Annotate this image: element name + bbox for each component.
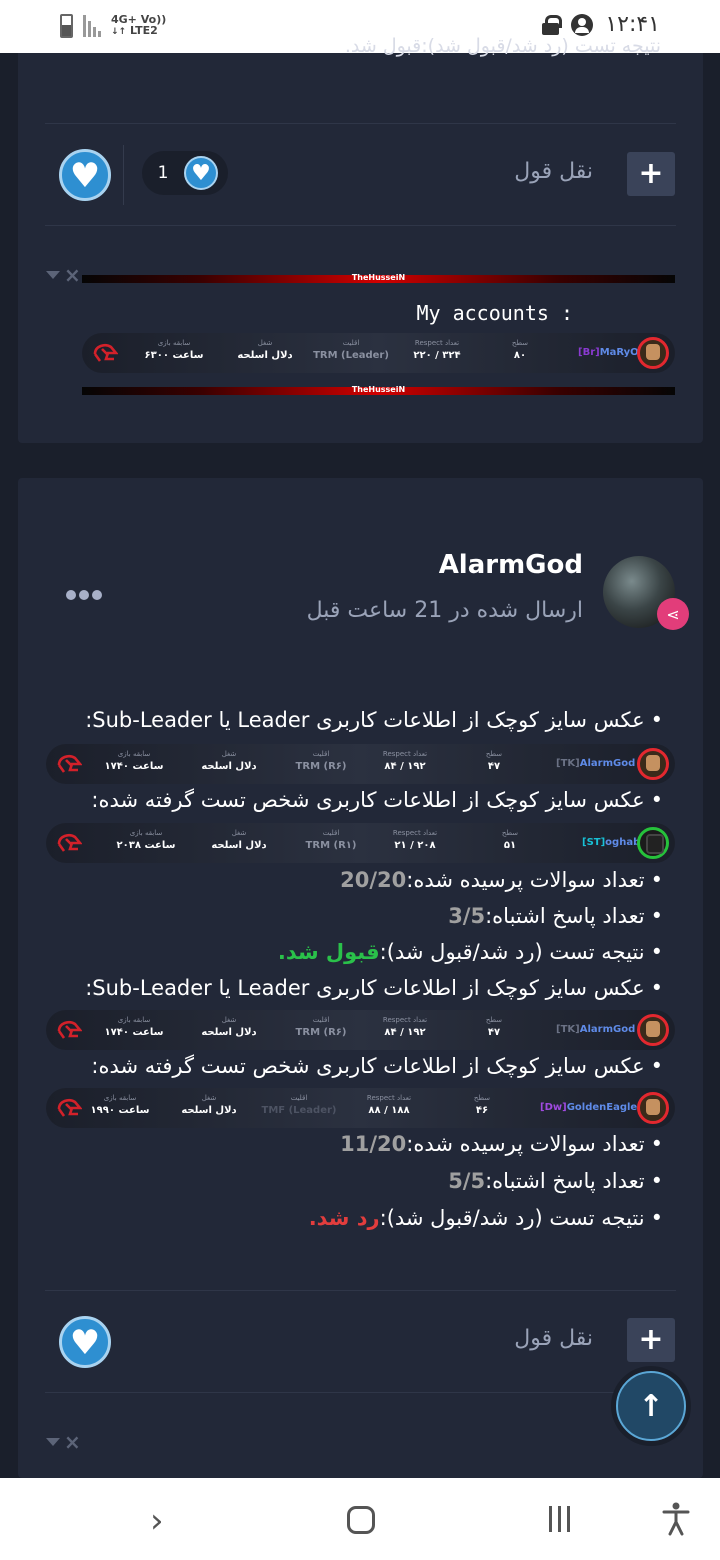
userbar-minority: اقلیت TRM (R۶) [295, 1016, 347, 1038]
quote-label[interactable]: نقل قول [514, 1326, 593, 1351]
userbar-history: سابقه بازی ۶۳۰۰ ساعت [144, 339, 204, 361]
caret-down-icon [46, 271, 60, 279]
list-item: •عکس سایز کوچک از اطلاعات کاربری Leader … [85, 976, 663, 1000]
userbar-respect: Respect تعداد ۸۴ / ۱۹۲ [382, 750, 428, 772]
signature-title: My accounts : [416, 301, 573, 325]
system-nav-bar: › [0, 1478, 720, 1560]
list-item: •عکس سایز کوچک از اطلاعات کاربری شخص تست… [91, 788, 663, 812]
divider [45, 1392, 676, 1393]
helmet-logo-icon [57, 833, 82, 852]
close-icon[interactable]: × [64, 1432, 81, 1452]
divider [45, 225, 676, 226]
userbar-minority: اقلیت TRM (R۱) [305, 829, 357, 851]
battery-icon [60, 14, 73, 38]
list-item: •عکس سایز کوچک از اطلاعات کاربری شخص تست… [91, 1054, 663, 1078]
heart-icon [184, 156, 218, 190]
list-item: •عکس سایز کوچک از اطلاعات کاربری Leader … [85, 708, 663, 732]
list-item: •تعداد پاسخ اشتباه:5/5 [448, 1169, 663, 1193]
quote-plus-button[interactable]: + [627, 152, 675, 196]
userbar-minority: اقلیت TRM (R۶) [295, 750, 347, 772]
share-icon[interactable]: ⋖ [657, 598, 689, 630]
divider [45, 123, 676, 124]
list-item: •نتیجه تست (رد شد/قبول شد):رد شد. [308, 1206, 663, 1230]
userbar-level: سطح ۴۷ [485, 1016, 503, 1038]
userbar-username: [TK]AlarmGod [556, 1024, 636, 1035]
userbar-history: سابقه بازی ۱۷۴۰ ساعت [104, 1016, 164, 1038]
userbar-job: شغل دلال اسلحه [211, 829, 267, 851]
lock-icon [542, 14, 563, 35]
userbar-avatar [637, 748, 669, 780]
home-icon[interactable] [347, 1506, 375, 1534]
clock: ۱۲:۴۱ [605, 12, 660, 37]
userbar-job: شغل دلال اسلحه [181, 1094, 237, 1116]
scroll-to-top-button[interactable]: ↑ [616, 1371, 686, 1441]
post-card-1: نتیجه تست (رد شد/قبول شد):قبول شد. 1 نقل… [18, 35, 703, 443]
userbar-alarmgod: سابقه بازی ۱۷۴۰ ساعت شغل دلال اسلحه اقلیت T… [46, 744, 675, 784]
signature-banner-top: TheHusseiN [82, 273, 675, 283]
recent-apps-icon[interactable] [549, 1506, 570, 1532]
helmet-logo-icon [93, 343, 118, 362]
userbar-respect: Respect تعداد ۸۸ / ۱۸۸ [366, 1094, 412, 1116]
list-item: •تعداد پاسخ اشتباه:3/5 [448, 904, 663, 928]
userbar-minority: اقلیت TRM (Leader) [313, 339, 389, 361]
more-options-icon[interactable] [66, 590, 102, 600]
accessibility-icon[interactable] [662, 1502, 690, 1536]
userbar-alarmgod-2: سابقه بازی ۱۷۴۰ ساعت شغل دلال اسلحه اقلیت T… [46, 1010, 675, 1050]
userbar-history: سابقه بازی ۱۷۴۰ ساعت [104, 750, 164, 772]
signature-toggle[interactable]: × [46, 1432, 81, 1452]
divider [45, 1290, 676, 1291]
userbar-username: [Br]MaRyO [578, 347, 639, 358]
userbar-avatar [637, 337, 669, 369]
userbar-oghab: سابقه بازی ۲۰۳۸ ساعت شغل دلال اسلحه اقلیت T… [46, 823, 675, 863]
userbar-job: شغل دلال اسلحه [237, 339, 293, 361]
userbar-level: سطح ۵۱ [501, 829, 519, 851]
userbar-respect: Respect تعداد ۲۱ / ۲۰۸ [392, 829, 438, 851]
list-item: •نتیجه تست (رد شد/قبول شد):قبول شد. [277, 940, 663, 964]
reaction-count: 1 [157, 163, 169, 183]
post-card-2: AlarmGod ارسال شده در 21 ساعت قبل ⋖ •عکس… [18, 478, 703, 1478]
userbar-respect: Respect تعداد ۲۲۰ / ۳۲۴ [413, 339, 461, 361]
userbar-maryo: سابقه بازی ۶۳۰۰ ساعت شغل دلال اسلحه اقلیت T… [82, 333, 675, 373]
signature-toggle[interactable]: × [46, 265, 81, 285]
like-button[interactable] [59, 149, 111, 201]
chevron-right-icon[interactable]: › [150, 1504, 164, 1538]
userbar-minority: اقلیت TMF (Leader) [261, 1094, 337, 1116]
post-author[interactable]: AlarmGod [439, 550, 583, 580]
account-icon [571, 13, 594, 36]
userbar-avatar [637, 827, 669, 859]
quote-label[interactable]: نقل قول [514, 159, 593, 184]
userbar-goldeneagle: سابقه بازی ۱۹۹۰ ساعت شغل دلال اسلحه اقلیت T… [46, 1088, 675, 1128]
userbar-level: سطح ۴۶ [473, 1094, 491, 1116]
userbar-job: شغل دلال اسلحه [201, 750, 257, 772]
divider [123, 145, 124, 205]
signature-banner-bottom: TheHusseiN [82, 385, 675, 395]
post-timestamp: ارسال شده در 21 ساعت قبل [306, 598, 583, 623]
caret-down-icon [46, 1438, 60, 1446]
helmet-logo-icon [57, 1020, 82, 1039]
network-indicator: 4G+ Vo)) ↓↑ LTE2 [111, 13, 167, 37]
userbar-respect: Respect تعداد ۸۴ / ۱۹۲ [382, 1016, 428, 1038]
list-item: •تعداد سوالات پرسیده شده:11/20 [340, 1132, 663, 1156]
userbar-username: [Dw]GoldenEagle [540, 1102, 638, 1113]
userbar-username: [TK]AlarmGod [556, 758, 636, 769]
signal-icon [83, 15, 101, 37]
list-item: •تعداد سوالات پرسیده شده:20/20 [340, 868, 663, 892]
userbar-avatar [637, 1092, 669, 1124]
userbar-history: سابقه بازی ۱۹۹۰ ساعت [90, 1094, 150, 1116]
userbar-avatar [637, 1014, 669, 1046]
helmet-logo-icon [57, 1098, 82, 1117]
helmet-logo-icon [57, 754, 82, 773]
like-button[interactable] [59, 1316, 111, 1368]
post-text-cut: نتیجه تست (رد شد/قبول شد):قبول شد. [344, 35, 661, 57]
quote-plus-button[interactable]: + [627, 1318, 675, 1362]
userbar-job: شغل دلال اسلحه [201, 1016, 257, 1038]
userbar-level: سطح ۴۷ [485, 750, 503, 772]
userbar-level: سطح ۸۰ [511, 339, 529, 361]
userbar-username: [ST]oghab. [582, 837, 645, 848]
close-icon[interactable]: × [64, 265, 81, 285]
userbar-history: سابقه بازی ۲۰۳۸ ساعت [116, 829, 176, 851]
reaction-summary[interactable]: 1 [142, 151, 228, 195]
